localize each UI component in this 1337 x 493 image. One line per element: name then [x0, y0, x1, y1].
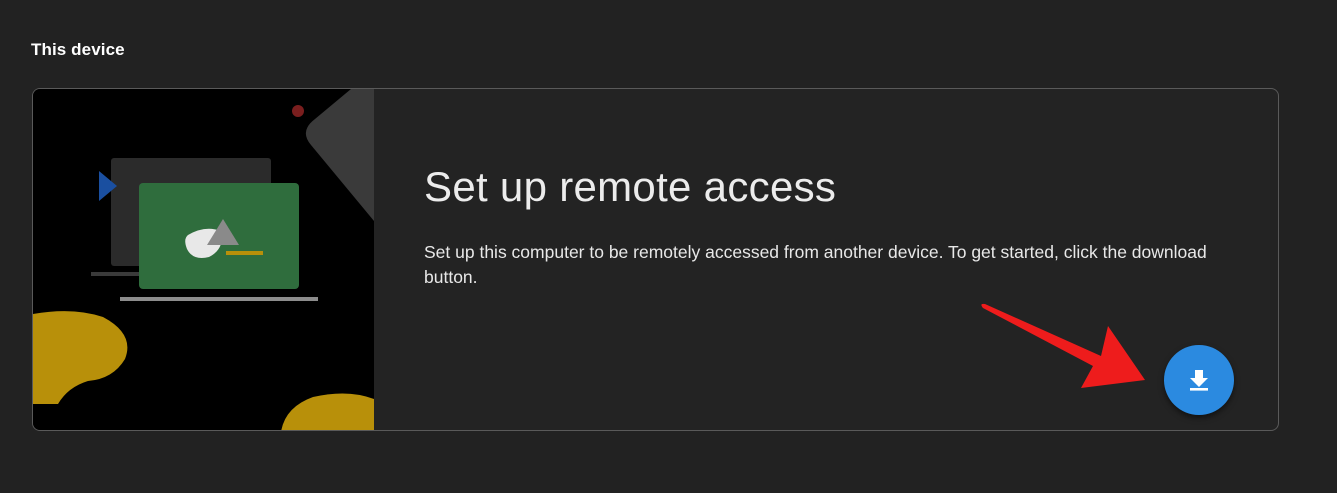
download-icon: [1190, 370, 1208, 391]
card-description: Set up this computer to be remotely acce…: [424, 242, 1207, 287]
remote-desktop-illustration: [33, 89, 374, 430]
card-title: Set up remote access: [424, 163, 837, 210]
download-button[interactable]: [1164, 345, 1234, 415]
section-title: This device: [31, 40, 125, 59]
red-arrow-pointer: [975, 300, 1155, 400]
